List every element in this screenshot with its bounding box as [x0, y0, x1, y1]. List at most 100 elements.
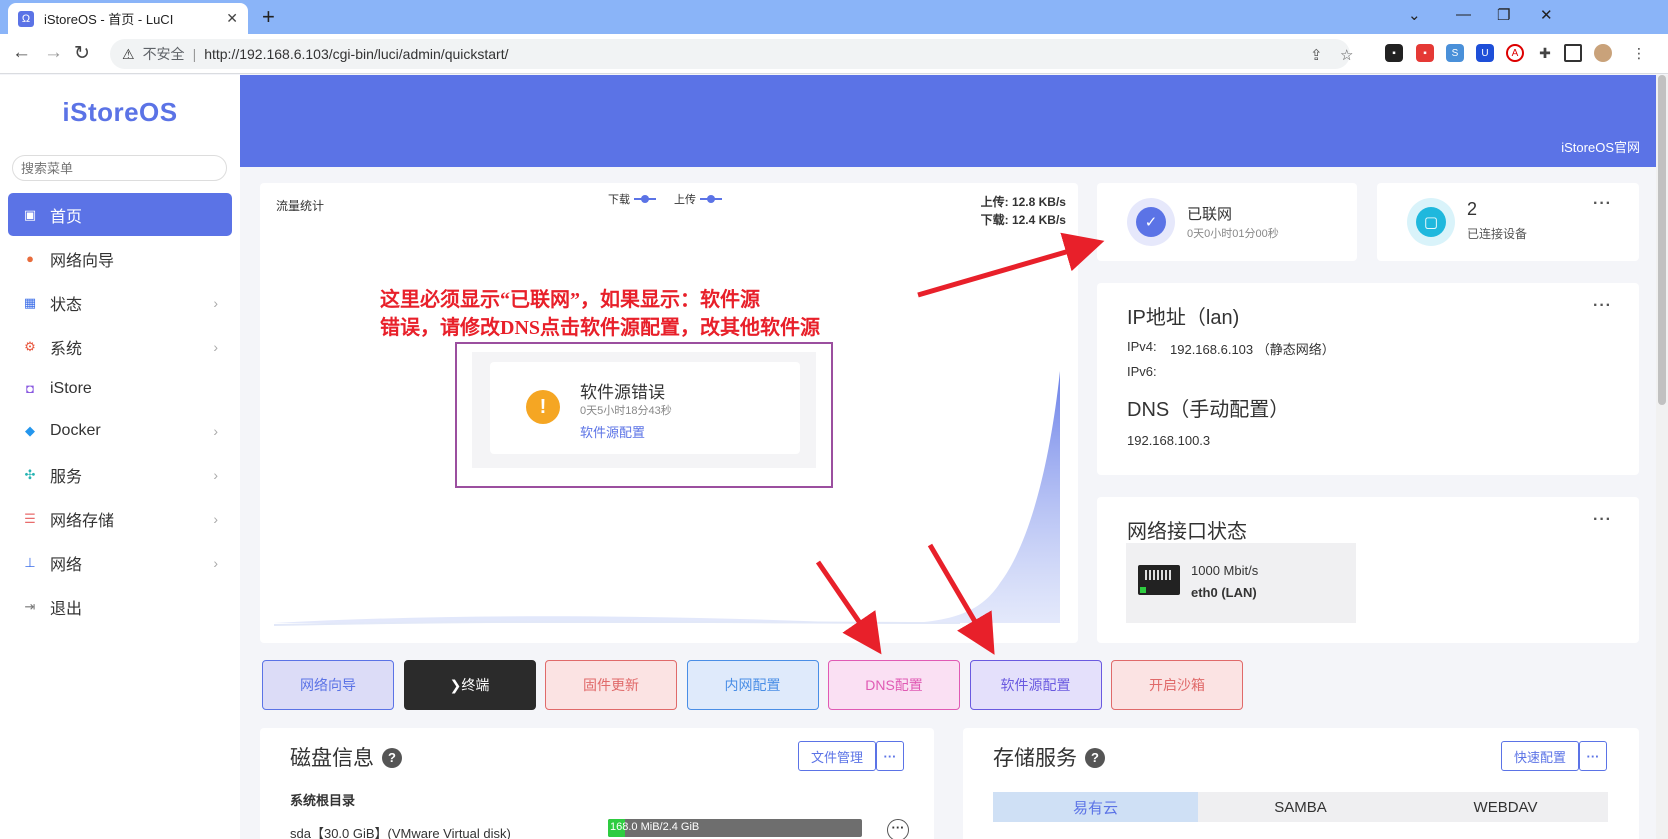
disk-row-more-icon[interactable]: ··· [887, 819, 909, 839]
quick-config-button[interactable]: 快速配置 [1501, 741, 1579, 771]
chevron-right-icon: › [213, 422, 218, 439]
restore-icon[interactable]: ❐ [1497, 6, 1510, 24]
help-icon[interactable]: ? [382, 747, 402, 768]
url-text: http://192.168.6.103/cgi-bin/luci/admin/… [204, 46, 509, 62]
sidebar-item-system[interactable]: ⚙ 系统 › [8, 325, 232, 368]
more-icon[interactable]: ··· [1593, 195, 1612, 213]
address-bar[interactable]: ⚠ 不安全 | http://192.168.6.103/cgi-bin/luc… [110, 39, 1350, 69]
interface-eth0[interactable]: 1000 Mbit/s eth0 (LAN) [1126, 543, 1356, 623]
firmware-update-button[interactable]: 固件更新 [545, 660, 677, 710]
sidebar-item-services[interactable]: ✣ 服务 › [8, 453, 232, 496]
side-panel-icon[interactable] [1564, 44, 1582, 62]
sidebar-item-label: 状态 [50, 296, 83, 314]
network-wizard-button[interactable]: 网络向导 [262, 660, 394, 710]
sidebar-item-label: 网络存储 [50, 512, 115, 530]
help-icon[interactable]: ? [1085, 747, 1105, 768]
source-config-link[interactable]: 软件源配置 [580, 422, 645, 441]
chevron-right-icon: › [213, 338, 218, 355]
minimize-icon[interactable]: — [1456, 6, 1471, 23]
disk-row-label: sda【30.0 GiB】(VMware Virtual disk) [290, 826, 511, 839]
bitwarden-icon[interactable]: U [1476, 44, 1494, 62]
chevron-right-icon: › [213, 554, 218, 571]
dns-value: 192.168.100.3 [1127, 433, 1211, 448]
forward-icon[interactable]: → [44, 42, 63, 64]
sandbox-button[interactable]: 开启沙箱 [1111, 660, 1243, 710]
annotation-line: 错误，请修改DNS点击软件源配置，改其他软件源 [380, 317, 821, 339]
disk-more-button[interactable]: ··· [876, 741, 904, 771]
dns-title: DNS（手动配置） [1127, 399, 1290, 421]
sidebar-item-status[interactable]: ▦ 状态 › [8, 281, 232, 324]
file-manager-button[interactable]: 文件管理 [798, 741, 876, 771]
storage-more-button[interactable]: ··· [1579, 741, 1607, 771]
disk-title: 磁盘信息 [290, 747, 374, 770]
sidebar-item-istore[interactable]: ◘ iStore [8, 367, 232, 410]
new-tab-icon[interactable]: + [262, 4, 275, 30]
more-icon[interactable]: ··· [1593, 297, 1612, 315]
sidebar-item-network-wizard[interactable]: ● 网络向导 [8, 237, 232, 280]
dashboard-icon: ▣ [23, 206, 37, 222]
devices-icon-wrap: ▢ [1407, 198, 1455, 246]
reload-icon[interactable]: ↻ [74, 42, 90, 65]
annotation-line: 这里必须显示“已联网”，如果显示：软件源 [380, 289, 760, 311]
extension-icon[interactable]: ▪ [1416, 44, 1434, 62]
extension-icon[interactable]: S [1446, 44, 1464, 62]
devices-card: ▢ 2 已连接设备 ··· [1377, 183, 1639, 261]
network-status-title: 已联网 [1187, 206, 1233, 223]
grid-icon: ▦ [23, 294, 37, 310]
sidebar-item-network[interactable]: ⊥ 网络 › [8, 541, 232, 584]
sidebar-item-network-storage[interactable]: ☰ 网络存储 › [8, 497, 232, 540]
sidebar-item-docker[interactable]: ◆ Docker › [8, 409, 232, 452]
window-close-icon[interactable]: ✕ [1540, 6, 1553, 24]
network-tree-icon: ⊥ [24, 554, 36, 570]
browser-menu-icon[interactable]: ⋮ [1630, 44, 1648, 62]
bookmark-star-icon[interactable]: ☆ [1340, 46, 1353, 64]
interface-speed: 1000 Mbit/s [1191, 563, 1259, 578]
browser-tab[interactable]: Ω iStoreOS - 首页 - LuCI ✕ [8, 3, 248, 34]
source-config-button[interactable]: 软件源配置 [969, 660, 1102, 710]
lan-config-button[interactable]: 内网配置 [686, 660, 819, 710]
network-status-icon-wrap: ✓ [1127, 198, 1175, 246]
back-icon[interactable]: ← [12, 42, 31, 64]
profile-avatar[interactable] [1594, 44, 1612, 62]
disk-title-wrap: 磁盘信息? [290, 742, 402, 772]
security-label: 不安全 [142, 46, 185, 62]
interface-name: eth0 (LAN) [1191, 585, 1257, 600]
sidebar-item-label: Docker [50, 421, 101, 439]
extension-icon[interactable]: ▪ [1385, 44, 1403, 62]
sidebar-item-label: 退出 [50, 600, 83, 618]
disk-section-title: 系统根目录 [290, 793, 356, 808]
scrollbar-thumb[interactable] [1658, 75, 1666, 405]
dns-config-button[interactable]: DNS配置 [828, 660, 960, 710]
database-icon: ☰ [24, 510, 36, 526]
tab-yiyouyun[interactable]: 易有云 [993, 792, 1198, 822]
warning-icon: ! [526, 390, 560, 424]
chevron-right-icon: › [213, 294, 218, 311]
chevron-right-icon: › [213, 510, 218, 527]
sidebar-item-home[interactable]: ▣ 首页 [8, 193, 232, 236]
terminal-button[interactable]: ❯终端 [403, 660, 536, 710]
adblock-icon[interactable]: A [1506, 44, 1524, 62]
extensions-puzzle-icon[interactable]: ✚ [1536, 44, 1554, 62]
tab-webdav[interactable]: WEBDAV [1403, 792, 1608, 822]
page-scrollbar[interactable] [1656, 75, 1668, 839]
tab-samba[interactable]: SAMBA [1198, 792, 1403, 822]
chevron-right-icon: › [213, 466, 218, 483]
ip-address-card: IP地址（lan) ··· IPv4: 192.168.6.103 （静态网络）… [1097, 283, 1639, 475]
share-icon[interactable]: ⇪ [1310, 46, 1323, 64]
menu-search-input[interactable] [12, 155, 227, 181]
network-status-card: ✓ 已联网 0天0小时01分00秒 [1097, 183, 1357, 261]
tab-search-icon[interactable]: ⌄ [1408, 6, 1421, 24]
source-status-card: ! 软件源错误 0天5小时18分43秒 软件源配置 [490, 362, 800, 454]
istore-favicon-icon: Ω [18, 10, 34, 27]
more-icon[interactable]: ··· [1593, 511, 1612, 529]
devices-count: 2 [1467, 199, 1478, 219]
ipv6-label: IPv6: [1127, 364, 1157, 379]
ip-card-title: IP地址（lan) [1127, 307, 1240, 329]
sidebar-item-label: 网络 [50, 556, 83, 574]
browser-tabbar: Ω iStoreOS - 首页 - LuCI ✕ + ⌄ — ❐ ✕ [0, 0, 1668, 34]
ethernet-port-icon [1138, 565, 1180, 595]
tab-close-icon[interactable]: ✕ [226, 10, 238, 27]
istoreos-site-link[interactable]: iStoreOS官网 [1561, 137, 1640, 156]
sidebar-item-logout[interactable]: ⇥ 退出 [8, 585, 232, 628]
annotation-text: 这里必须显示“已联网”，如果显示：软件源 错误，请修改DNS点击软件源配置，改其… [380, 286, 940, 342]
